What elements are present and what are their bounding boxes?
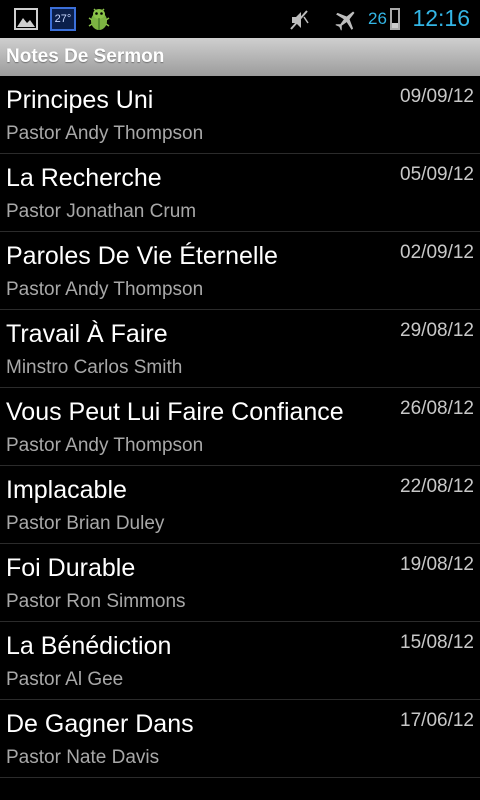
sermon-list-item[interactable]: Paroles De Vie Éternelle Pastor Andy Tho… — [0, 232, 480, 310]
sermon-date: 02/09/12 — [400, 242, 474, 263]
mute-icon — [286, 7, 312, 33]
sermon-date: 09/09/12 — [400, 86, 474, 107]
sermon-title: Paroles De Vie Éternelle — [6, 242, 278, 270]
battery-level-text: 26 — [368, 9, 387, 28]
android-bug-icon — [86, 6, 112, 32]
sermon-pastor: Pastor Ron Simmons — [6, 591, 186, 612]
sermon-list-item[interactable]: De Gagner Dans Pastor Nate Davis 17/06/1… — [0, 700, 480, 778]
sermon-title: Principes Uni — [6, 86, 154, 114]
sermon-date: 26/08/12 — [400, 398, 474, 419]
sermon-list-item[interactable]: Foi Durable Pastor Ron Simmons 19/08/12 — [0, 544, 480, 622]
sermon-pastor: Pastor Jonathan Crum — [6, 201, 197, 222]
weather-icon: 27° — [50, 7, 76, 31]
sermon-title: Travail À Faire — [6, 320, 168, 348]
sermon-pastor: Pastor Brian Duley — [6, 513, 165, 534]
status-bar: 27° 26 12:16 — [0, 0, 480, 38]
sermon-list-item[interactable]: Vous Peut Lui Faire Confiance Pastor And… — [0, 388, 480, 466]
sermon-pastor: Pastor Andy Thompson — [6, 435, 204, 456]
sermon-title: La Bénédiction — [6, 632, 172, 660]
sermon-date: 22/08/12 — [400, 476, 474, 497]
sermon-title: La Recherche — [6, 164, 162, 192]
sermon-pastor: Pastor Andy Thompson — [6, 123, 204, 144]
sermon-pastor: Pastor Andy Thompson — [6, 279, 204, 300]
sermon-title: Vous Peut Lui Faire Confiance — [6, 398, 344, 426]
sermon-date: 15/08/12 — [400, 632, 474, 653]
sermon-pastor: Pastor Nate Davis — [6, 747, 160, 768]
sermon-list-item[interactable]: La Recherche Pastor Jonathan Crum 05/09/… — [0, 154, 480, 232]
sermon-date: 29/08/12 — [400, 320, 474, 341]
battery-icon — [390, 8, 400, 30]
weather-temperature: 27° — [54, 13, 72, 25]
sermon-pastor: Pastor Al Gee — [6, 669, 124, 690]
sermon-pastor: Minstro Carlos Smith — [6, 357, 183, 378]
status-time: 12:16 — [412, 5, 470, 31]
sermon-list-item[interactable]: Implacable Pastor Brian Duley 22/08/12 — [0, 466, 480, 544]
sermon-list-item[interactable]: Travail À Faire Minstro Carlos Smith 29/… — [0, 310, 480, 388]
sermon-list-item[interactable]: Principes Uni Pastor Andy Thompson 09/09… — [0, 76, 480, 154]
sermon-date: 19/08/12 — [400, 554, 474, 575]
sermon-title: De Gagner Dans — [6, 710, 194, 738]
airplane-mode-icon — [333, 7, 359, 33]
sermon-title: Implacable — [6, 476, 127, 504]
picture-icon — [14, 8, 38, 30]
battery-fill — [392, 23, 398, 28]
sermon-title: Foi Durable — [6, 554, 136, 582]
page-title: Notes De Sermon — [0, 38, 480, 76]
sermon-date: 17/06/12 — [400, 710, 474, 731]
sermon-list-item[interactable]: La Bénédiction Pastor Al Gee 15/08/12 — [0, 622, 480, 700]
sermon-list: Principes Uni Pastor Andy Thompson 09/09… — [0, 76, 480, 778]
sermon-date: 05/09/12 — [400, 164, 474, 185]
